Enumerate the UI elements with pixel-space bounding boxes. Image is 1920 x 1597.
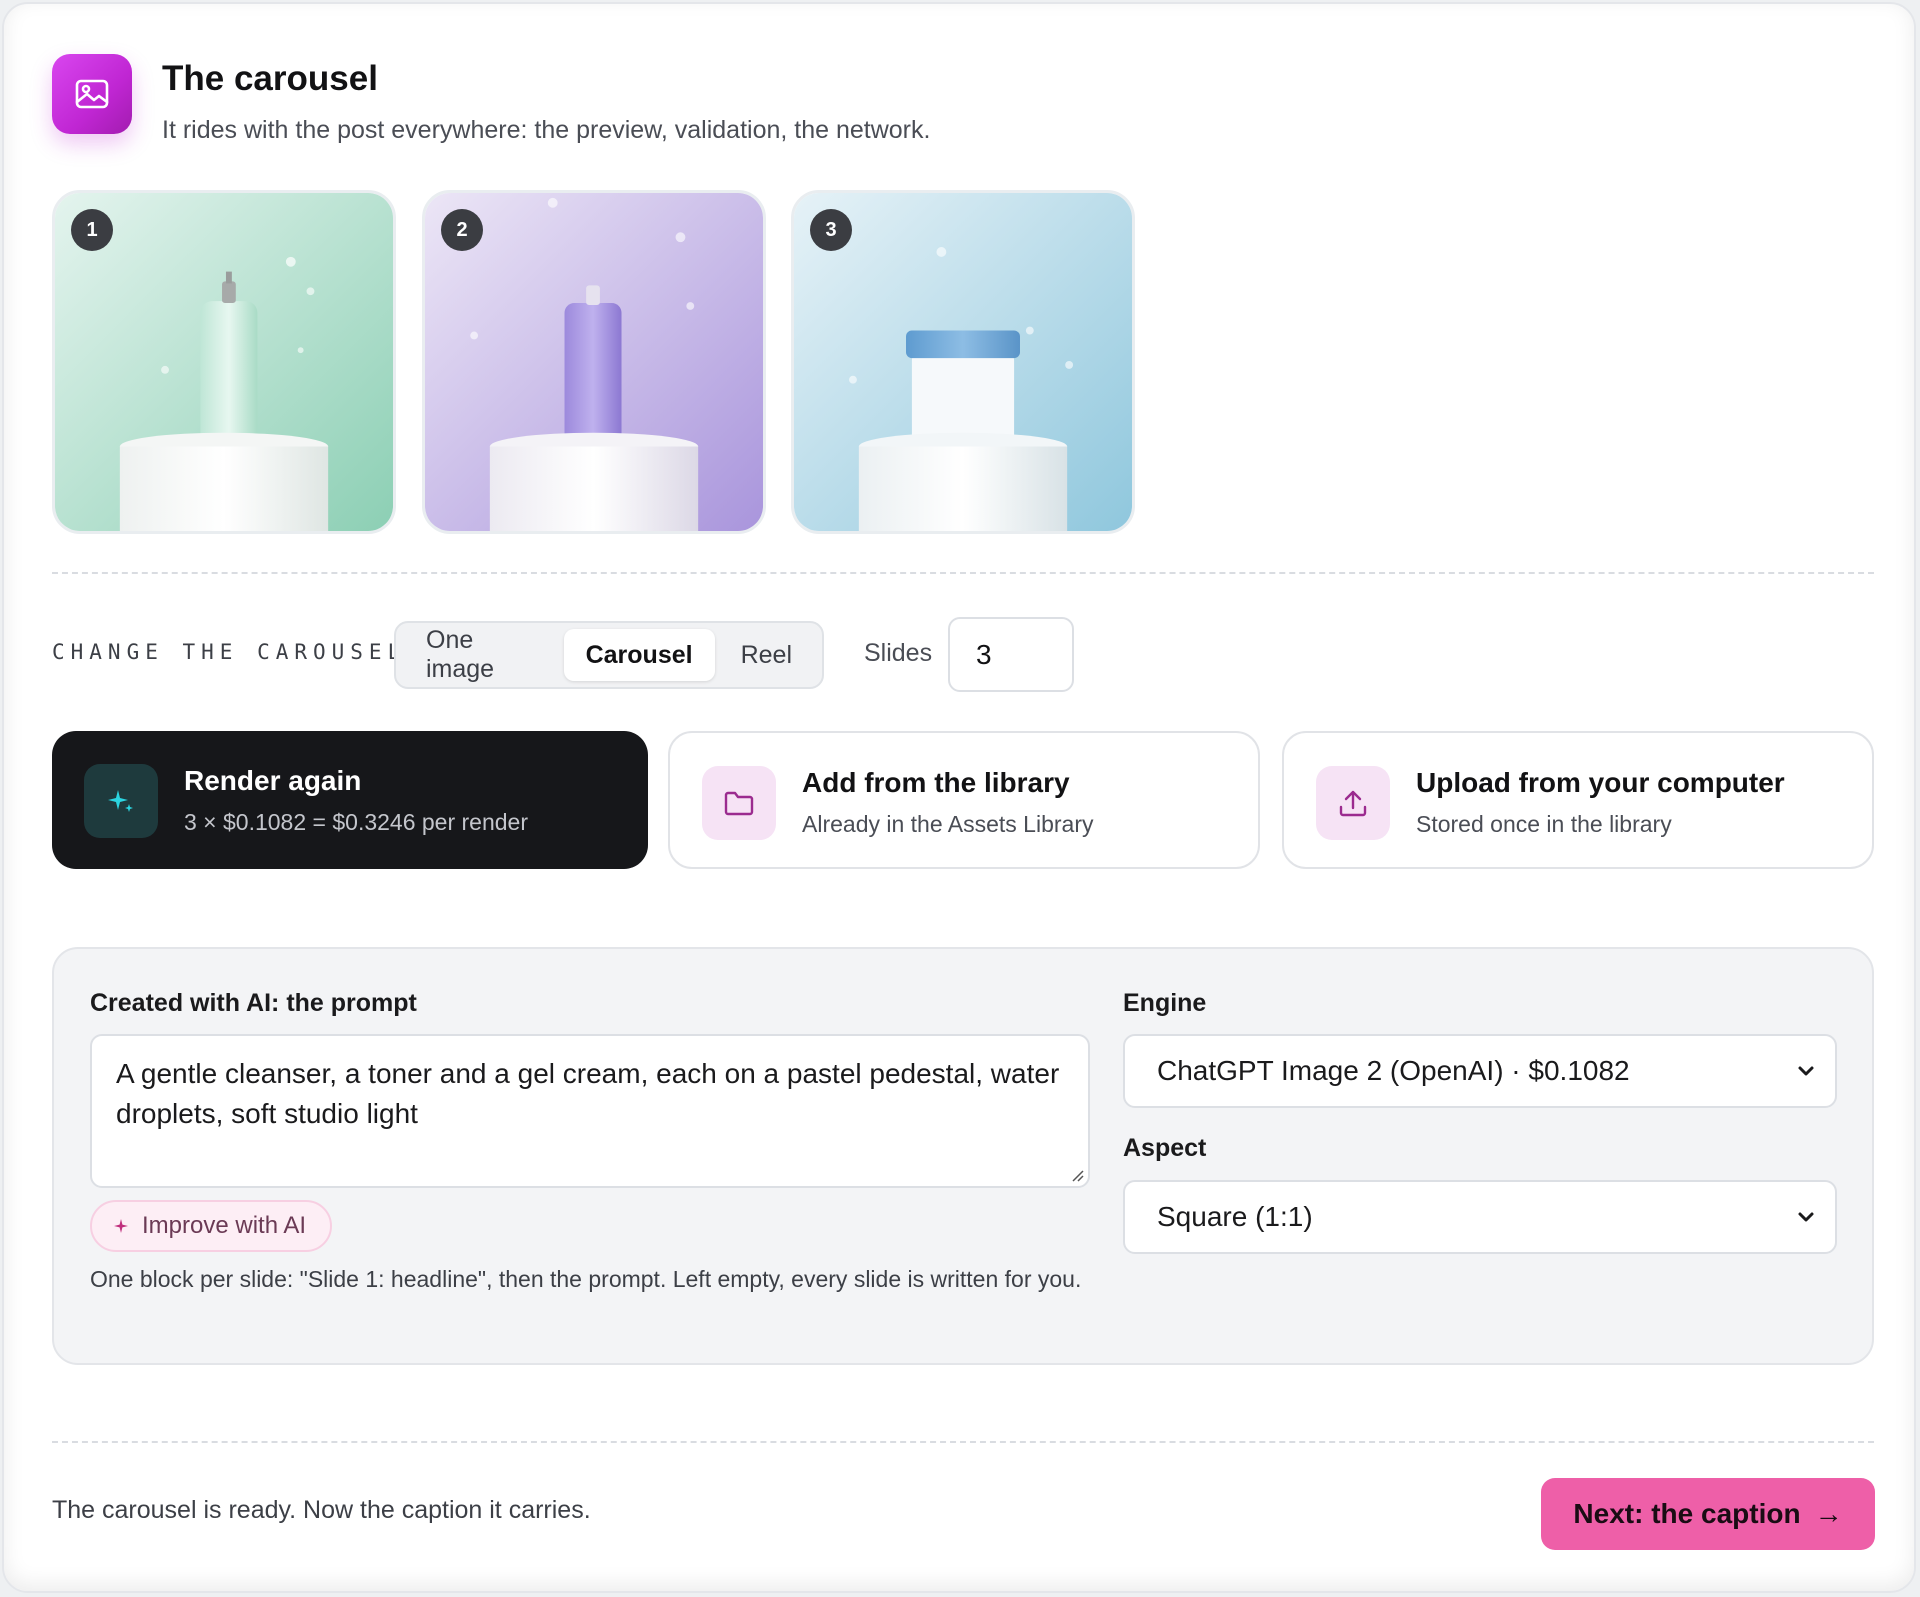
chevron-down-icon	[1798, 1212, 1814, 1222]
add-from-library-button[interactable]: Add from the library Already in the Asse…	[668, 731, 1260, 869]
engine-selected-value: ChatGPT Image 2 (OpenAI) · $0.1082	[1157, 1055, 1630, 1086]
aspect-label: Aspect	[1123, 1134, 1207, 1162]
improve-with-ai-label: Improve with AI	[142, 1212, 307, 1239]
page-title: The carousel	[162, 59, 378, 98]
engine-select[interactable]: ChatGPT Image 2 (OpenAI) · $0.1082	[1123, 1034, 1837, 1108]
format-segmented-control: One image Carousel Reel	[394, 621, 824, 689]
slide-number-badge: 1	[71, 209, 113, 251]
render-again-cost: 3 × $0.1082 = $0.3246 per render	[184, 809, 529, 835]
prompt-text: A gentle cleanser, a toner and a gel cre…	[116, 1058, 1060, 1129]
format-option-carousel[interactable]: Carousel	[563, 629, 715, 681]
prompt-textarea[interactable]: A gentle cleanser, a toner and a gel cre…	[90, 1034, 1090, 1188]
aspect-selected-value: Square (1:1)	[1157, 1201, 1313, 1232]
slide-thumbnail-1[interactable]: 1	[52, 190, 396, 534]
improve-with-ai-button[interactable]: Improve with AI	[90, 1200, 333, 1252]
section-label: CHANGE THE CAROUSEL	[52, 640, 407, 664]
slide-thumbnail-3[interactable]: 3	[791, 190, 1135, 534]
engine-label: Engine	[1123, 989, 1207, 1017]
slide-number-badge: 2	[441, 209, 483, 251]
sparkle-icon	[114, 1219, 128, 1233]
prompt-hint: One block per slide: "Slide 1: headline"…	[90, 1266, 1082, 1292]
page-subtitle: It rides with the post everywhere: the p…	[162, 116, 931, 144]
image-icon	[52, 54, 132, 134]
upload-icon	[1316, 766, 1390, 840]
aspect-select[interactable]: Square (1:1)	[1123, 1180, 1837, 1254]
add-from-library-title: Add from the library	[802, 767, 1070, 798]
folder-icon	[702, 766, 776, 840]
add-from-library-subtitle: Already in the Assets Library	[802, 811, 1094, 837]
format-option-one-image[interactable]: One image	[404, 626, 560, 683]
upload-from-computer-title: Upload from your computer	[1416, 767, 1785, 798]
slides-count-input[interactable]	[948, 617, 1074, 692]
render-again-button[interactable]: Render again 3 × $0.1082 = $0.3246 per r…	[52, 731, 648, 869]
prompt-label: Created with AI: the prompt	[90, 989, 417, 1017]
slides-label: Slides	[864, 639, 933, 667]
format-option-reel[interactable]: Reel	[719, 629, 814, 681]
slide-number-badge: 3	[810, 209, 852, 251]
upload-from-computer-button[interactable]: Upload from your computer Stored once in…	[1282, 731, 1874, 869]
slide-thumbnail-2[interactable]: 2	[422, 190, 766, 534]
next-caption-button[interactable]: Next: the caption →	[1541, 1478, 1875, 1550]
upload-from-computer-subtitle: Stored once in the library	[1416, 811, 1672, 837]
carousel-card: The carousel It rides with the post ever…	[2, 2, 1916, 1593]
footer-status: The carousel is ready. Now the caption i…	[52, 1496, 591, 1524]
render-again-title: Render again	[184, 765, 362, 796]
resize-handle-icon[interactable]	[1070, 1168, 1084, 1182]
divider	[52, 572, 1874, 574]
sparkle-icon	[84, 764, 158, 838]
chevron-down-icon	[1798, 1066, 1814, 1076]
next-caption-label: Next: the caption	[1573, 1498, 1801, 1529]
divider	[52, 1441, 1874, 1443]
ai-prompt-panel: Created with AI: the prompt A gentle cle…	[52, 947, 1874, 1365]
arrow-right-icon: →	[1814, 1498, 1843, 1529]
